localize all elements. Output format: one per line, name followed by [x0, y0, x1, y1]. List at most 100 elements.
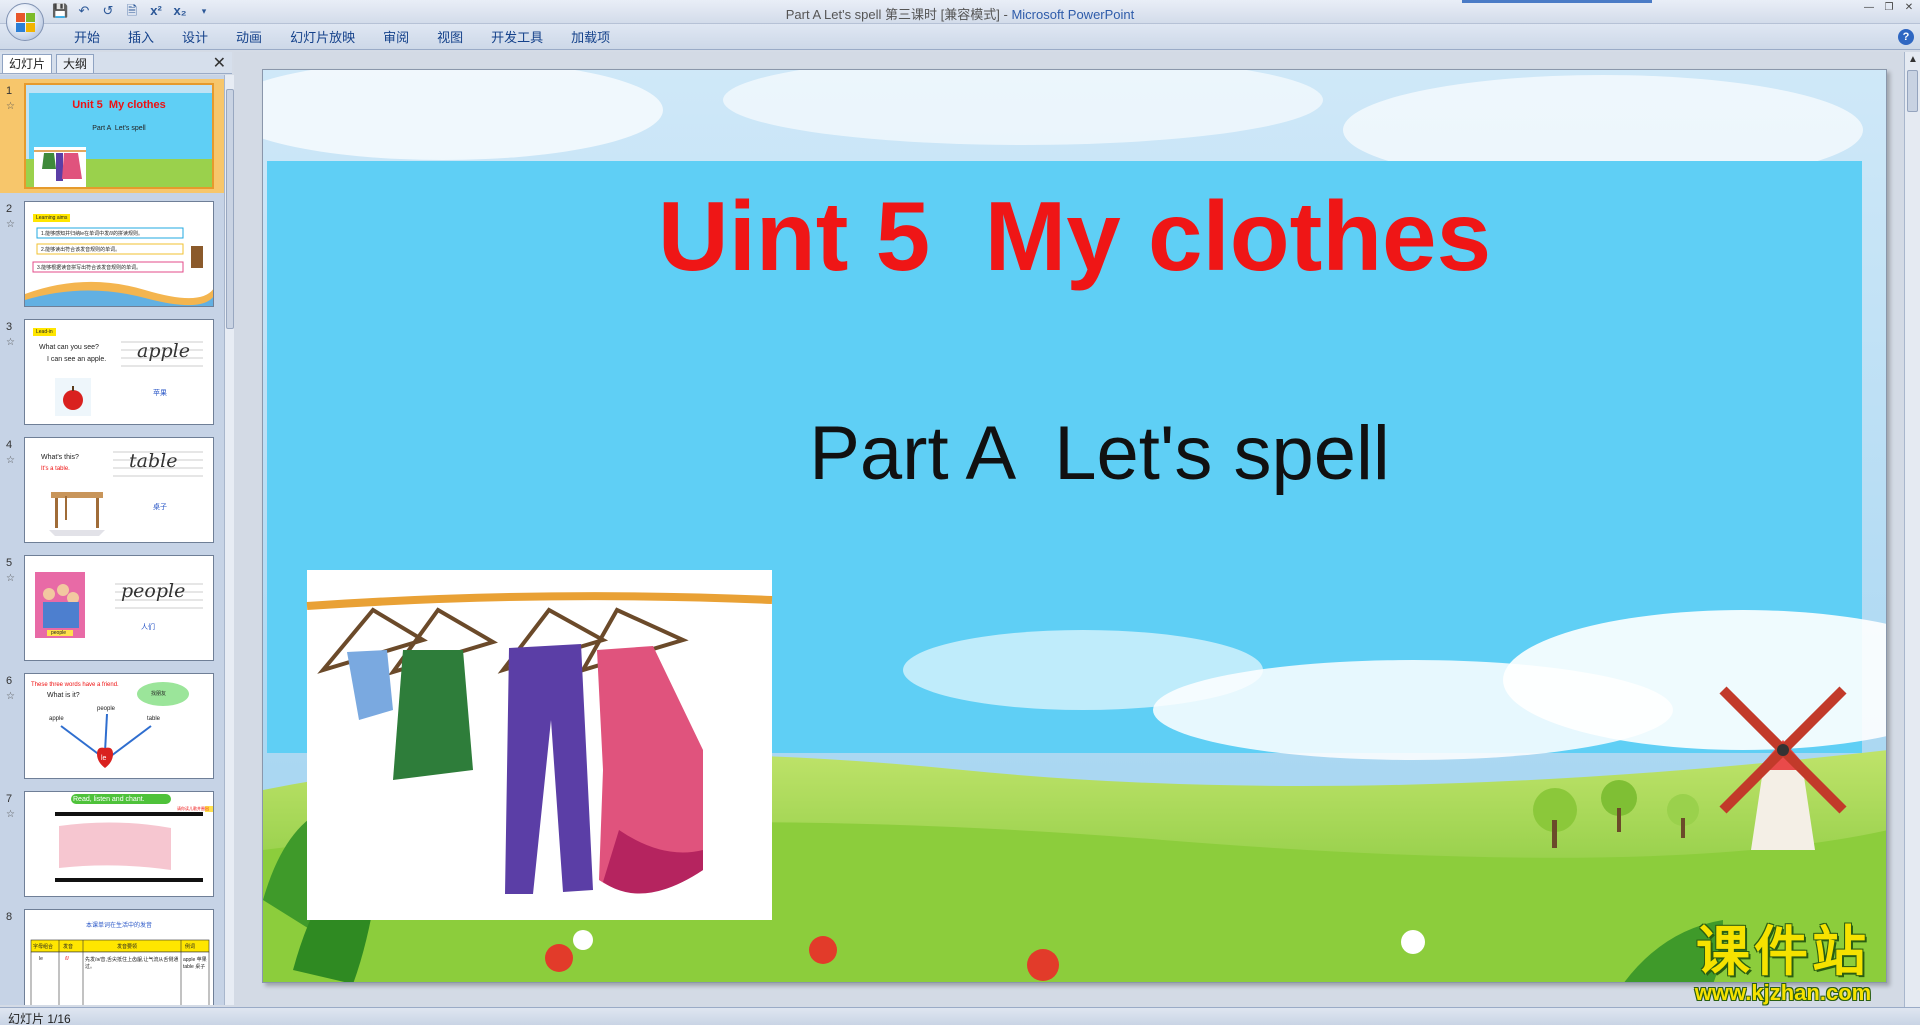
slide-thumbnail-2[interactable]: 2 ☆ Learning aims 1.能够感知并归纳le在单词中发/l/的拼读… [0, 197, 224, 311]
animation-star-icon: ☆ [6, 809, 15, 820]
current-slide[interactable]: Uint 5 My clothes Part A Let's spell [262, 69, 1887, 983]
tab-outline[interactable]: 大纲 [56, 54, 95, 73]
thumbnail-subtitle: Part A Let's spell [92, 125, 146, 132]
thumbnail-line-3: 3.能够根据读音拼写出符合该发音规则的单词。 [37, 265, 142, 271]
slide-thumbnail-7[interactable]: 7 ☆ Read, listen and chant. 请你读儿歌并圈出 [0, 787, 224, 901]
window-controls: — ❐ ✕ [1862, 2, 1916, 14]
tab-design[interactable]: 设计 [168, 30, 222, 46]
pane-close-icon[interactable]: ✕ [213, 53, 226, 73]
thumbnail-preview: people people 人们 [24, 555, 214, 661]
tab-review[interactable]: 审阅 [369, 30, 423, 46]
editor-scroll-thumb[interactable] [1907, 70, 1918, 112]
tab-animations[interactable]: 动画 [222, 30, 276, 46]
thumbnail-scroll-thumb[interactable] [226, 89, 234, 329]
thumbnail-word: table [129, 450, 178, 472]
animation-star-icon: ☆ [6, 455, 15, 466]
ribbon: 开始 插入 设计 动画 幻灯片放映 审阅 视图 开发工具 加载项 ? [0, 24, 1920, 50]
thumbnail-word-2: people [97, 706, 116, 712]
help-icon[interactable]: ? [1898, 29, 1914, 45]
thumbnail-word-1: apple [49, 716, 64, 722]
scroll-up-icon[interactable]: ▲ [1905, 52, 1920, 68]
thumbnail-preview: Lead-in What can you see? I can see an a… [24, 319, 214, 425]
thumbnail-cell-4: apple 苹果 table 桌子 [183, 957, 207, 970]
thumbnail-number: 2 [6, 203, 13, 215]
thumbnail-line-1: 1.能够感知并归纳le在单词中发/l/的拼读规则。 [41, 231, 143, 237]
minimize-icon[interactable]: — [1862, 2, 1876, 14]
slide-title[interactable]: Uint 5 My clothes [263, 180, 1886, 293]
office-logo-icon [16, 13, 36, 33]
thumbnail-preview: These three words have a friend. What is… [24, 673, 214, 779]
slide-thumbnail-5[interactable]: 5 ☆ people people 人们 [0, 551, 224, 665]
thumbnail-tag: Learning aims [33, 214, 71, 222]
tab-slides[interactable]: 幻灯片 [2, 54, 53, 73]
slide-thumbnail-1[interactable]: 1 ☆ Unit 5 My clothes Part A Let's spell [0, 79, 224, 193]
thumbnail-background [35, 572, 203, 638]
thumbnail-heading: These three words have a friend. [31, 682, 119, 688]
thumbnail-heading: Read, listen and chant. [73, 796, 145, 803]
thumbnail-col-2: 发音 [63, 944, 74, 950]
watermark: 课件站 www.kjzhan.com [1668, 923, 1898, 1005]
slide-thumbnail-4[interactable]: 4 ☆ What's this? It's a table. table 桌子 [0, 433, 224, 547]
pane-tabs: 幻灯片 大纲 ✕ [0, 52, 232, 74]
thumbnail-word: apple [137, 340, 190, 362]
animation-star-icon: ☆ [6, 337, 15, 348]
office-button[interactable] [6, 3, 44, 41]
thumbnail-question: What can you see? [39, 344, 99, 351]
thumbnail-picture-label: people [51, 630, 67, 636]
thumbnail-answer: I can see an apple. [47, 356, 107, 363]
animation-star-icon: ☆ [6, 573, 15, 584]
thumbnail-number: 7 [6, 793, 13, 805]
thumbnail-chinese: 苹果 [153, 390, 167, 397]
thumbnail-heading: 本课单词在生活中的发音 [85, 923, 152, 929]
thumbnail-number: 1 [6, 85, 13, 97]
thumbnail-answer: It's a table. [41, 466, 70, 472]
slide-subtitle[interactable]: Part A Let's spell [263, 410, 1886, 497]
ribbon-tabs: 开始 插入 设计 动画 幻灯片放映 审阅 视图 开发工具 加载项 [60, 30, 624, 46]
slide-thumbnail-6[interactable]: 6 ☆ These three words have a friend. Wha… [0, 669, 224, 783]
thumbnail-chinese: 人们 [141, 624, 155, 631]
watermark-url: www.kjzhan.com [1694, 980, 1872, 1005]
thumbnail-line-2: 2.能够读出符合该发音规则的单词。 [41, 247, 121, 253]
thumbnail-note: 请你读儿歌并圈出 [177, 806, 209, 811]
restore-icon[interactable]: ❐ [1882, 2, 1896, 14]
window-title-app: Microsoft PowerPoint [1011, 7, 1135, 22]
thumbnail-title: Unit 5 My clothes [72, 99, 166, 111]
slide-thumbnail-8[interactable]: 8 本课单词在生活中的发音 字母组合 发音 发音要领 例词 le /l/ 先发/… [0, 905, 224, 1005]
tab-developer[interactable]: 开发工具 [477, 30, 557, 46]
editor-scrollbar[interactable]: ▲ [1904, 52, 1920, 1007]
close-icon[interactable]: ✕ [1902, 2, 1916, 14]
thumbnail-bubble: 找朋友 [151, 691, 167, 697]
thumbnail-question: What's this? [41, 454, 79, 461]
thumbnail-col-3: 发音要领 [117, 944, 138, 950]
animation-star-icon: ☆ [6, 691, 15, 702]
thumbnail-col-4: 例词 [185, 944, 196, 950]
animation-star-icon: ☆ [6, 101, 15, 112]
tab-addins[interactable]: 加载项 [557, 30, 624, 46]
thumbnail-preview: Learning aims 1.能够感知并归纳le在单词中发/l/的拼读规则。 … [24, 201, 214, 307]
slide-counter: 幻灯片 1/16 [8, 1012, 71, 1025]
thumbnail-number: 6 [6, 675, 13, 687]
thumbnail-preview: 本课单词在生活中的发音 字母组合 发音 发音要领 例词 le /l/ 先发/ə/… [24, 909, 214, 1005]
thumbnail-chinese: 桌子 [153, 504, 167, 511]
thumbnail-tag: Lead-in [33, 328, 56, 336]
thumbnail-cell-3: 先发/ə/音,舌尖抵住上齿龈,让气流从舌侧通过。 [85, 957, 179, 970]
thumbnail-number: 5 [6, 557, 13, 569]
thumbnail-number: 3 [6, 321, 13, 333]
thumbnail-background [60, 682, 189, 768]
tab-home[interactable]: 开始 [60, 30, 114, 46]
tab-insert[interactable]: 插入 [114, 30, 168, 46]
slide-thumbnail-3[interactable]: 3 ☆ Lead-in What can you see? I can see … [0, 315, 224, 429]
thumbnail-number: 8 [6, 911, 13, 923]
thumbnail-cell-1: le [39, 956, 43, 962]
status-bar: 幻灯片 1/16 [0, 1007, 1920, 1025]
thumbnail-preview: Read, listen and chant. 请你读儿歌并圈出 [24, 791, 214, 897]
thumbnail-cell-2: /l/ [65, 956, 69, 962]
tab-view[interactable]: 视图 [423, 30, 477, 46]
animation-star-icon: ☆ [6, 219, 15, 230]
tab-slideshow[interactable]: 幻灯片放映 [276, 30, 369, 46]
thumbnail-scrollbar[interactable] [224, 75, 234, 1005]
slide-thumbnail-list: 1 ☆ Unit 5 My clothes Part A Let's spell… [0, 75, 224, 1005]
thumbnail-preview: What's this? It's a table. table 桌子 [24, 437, 214, 543]
thumbnail-number: 4 [6, 439, 13, 451]
title-highlight [1462, 0, 1652, 3]
